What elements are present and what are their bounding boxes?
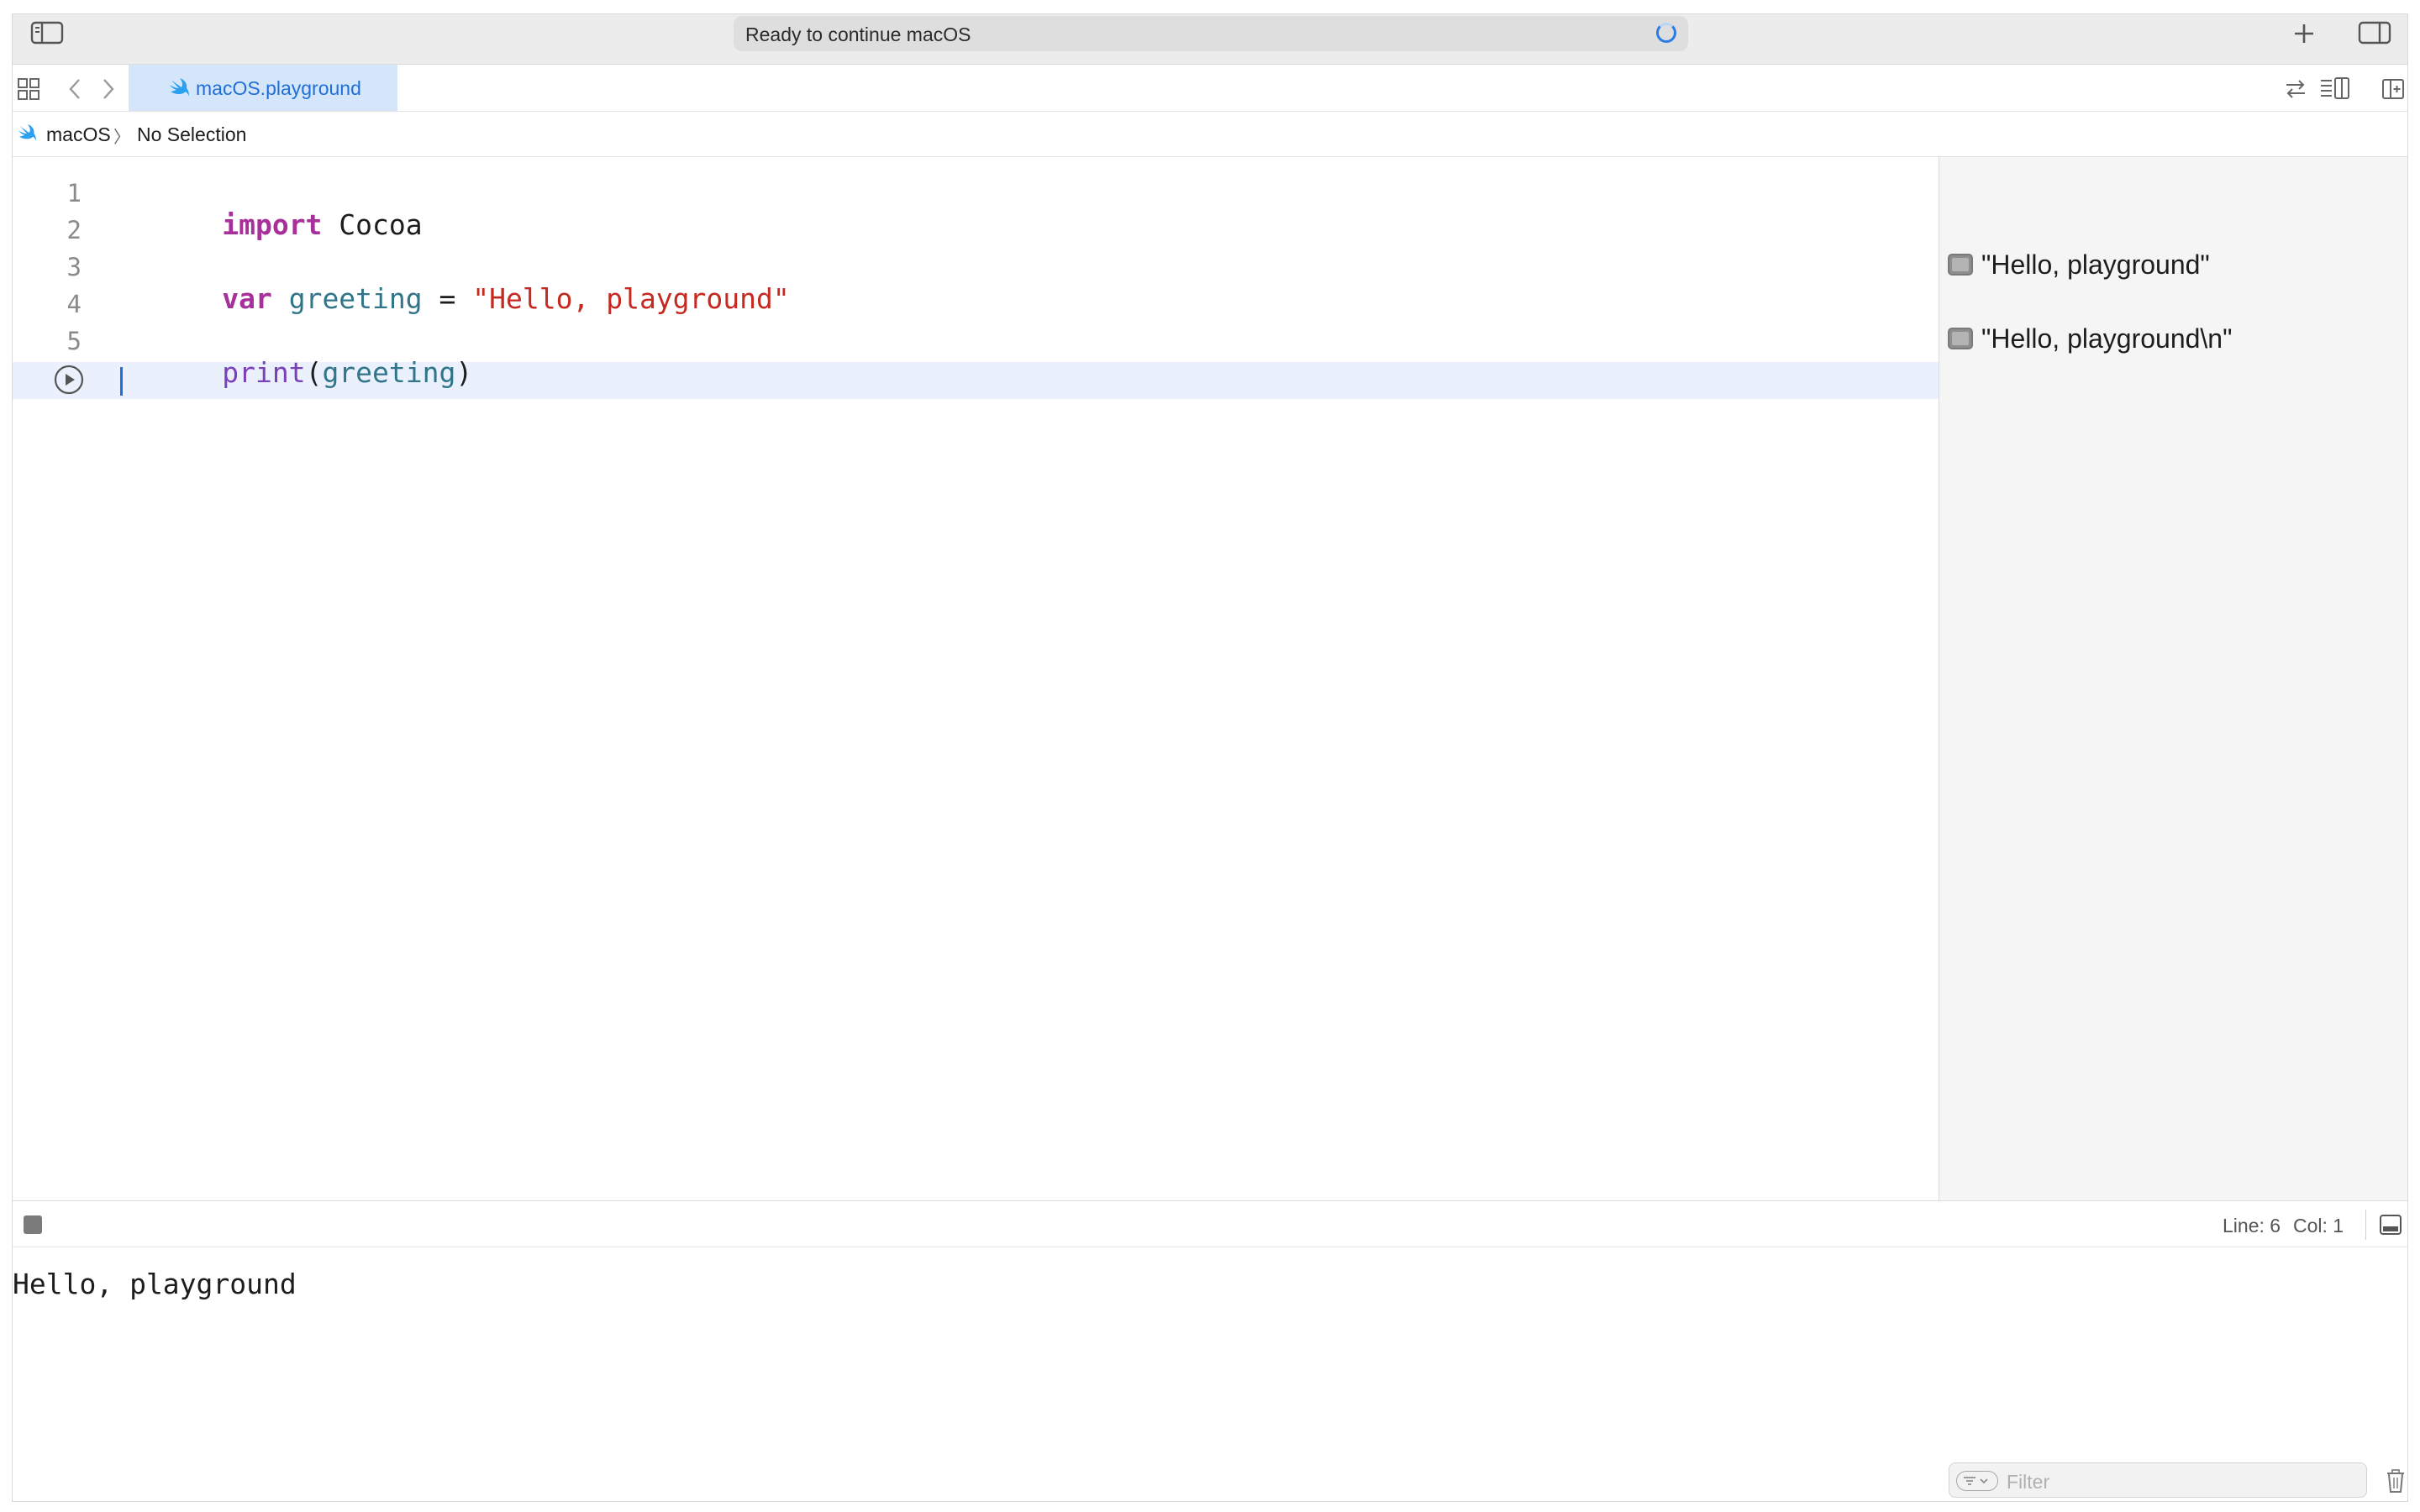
text-cursor: [120, 367, 123, 396]
editor-lines-icon: [2321, 77, 2349, 99]
chevron-right-icon: [103, 79, 114, 99]
line-number: 2: [66, 216, 82, 244]
sidebar-right-icon: [2358, 21, 2391, 45]
activity-status-text: Ready to continue macOS: [745, 24, 971, 45]
breadcrumb-separator: 〉: [113, 129, 130, 147]
title-bar: Ready to continue macOS: [13, 14, 2407, 65]
console-output-text: Hello, playground: [13, 1268, 297, 1300]
progress-spinner-icon: [1656, 23, 1676, 43]
keyword-import: import: [222, 208, 323, 241]
breadcrumb-selection[interactable]: No Selection: [137, 123, 246, 146]
plus-icon: [2295, 24, 2313, 43]
arrows-swap-icon: [2286, 80, 2305, 98]
chevron-left-icon: [69, 79, 80, 99]
forward-button[interactable]: [97, 76, 118, 102]
line-indicator: Line: 6: [2223, 1215, 2281, 1236]
add-button[interactable]: [2290, 19, 2318, 48]
activity-viewer: Ready to continue macOS: [734, 16, 1688, 51]
console-output-area[interactable]: Hello, playground Filter: [13, 1247, 2407, 1501]
assign-operator: =: [422, 282, 473, 315]
swap-button[interactable]: [2283, 76, 2308, 102]
related-items-button[interactable]: [16, 76, 41, 102]
navigator-toggle-button[interactable]: [29, 19, 65, 46]
paren-close: ): [455, 356, 473, 389]
panel-bottom-icon: [2380, 1215, 2402, 1235]
keyword-var: var: [222, 282, 272, 315]
function-print: print: [222, 356, 306, 389]
stop-button[interactable]: [23, 1215, 43, 1235]
filter-field[interactable]: Filter: [1949, 1462, 2367, 1498]
variable-greeting: greeting: [288, 282, 423, 315]
add-editor-button[interactable]: [2381, 76, 2406, 102]
hide-debug-area-button[interactable]: [2379, 1213, 2402, 1236]
module-name: Cocoa: [322, 208, 423, 241]
result-value: "Hello, playground": [1981, 249, 2210, 280]
divider: [2365, 1210, 2366, 1240]
split-editor-icon: [2382, 79, 2404, 99]
paren-open: (: [305, 356, 323, 389]
string-literal: "Hello, playground": [472, 282, 790, 315]
variable-greeting: greeting: [322, 356, 456, 389]
editor-options-button[interactable]: [2318, 75, 2352, 102]
result-row: "Hello, playground": [1948, 248, 2210, 281]
tab-macos-playground[interactable]: macOS.playground: [129, 65, 397, 111]
swift-icon: [18, 124, 37, 142]
stop-square-icon: [24, 1215, 42, 1234]
line-number: 1: [66, 179, 82, 207]
breadcrumb-project[interactable]: macOS: [46, 123, 111, 146]
filter-options-button[interactable]: [1956, 1471, 1998, 1491]
tab-bar: macOS.playground: [13, 65, 2407, 112]
filter-placeholder: Filter: [2007, 1471, 2050, 1493]
code-line-5: print(greeting): [122, 323, 472, 422]
sidebar-left-icon: [30, 21, 64, 45]
result-value: "Hello, playground\n": [1981, 323, 2233, 354]
line-number: 5: [66, 327, 82, 355]
breadcrumb: macOS 〉 No Selection: [13, 112, 2407, 157]
quick-look-icon[interactable]: [1948, 254, 1973, 276]
grid-icon: [18, 78, 39, 100]
swift-icon: [170, 78, 189, 97]
trash-icon: [2387, 1469, 2404, 1493]
tab-label: macOS.playground: [196, 77, 361, 99]
quick-look-icon[interactable]: [1948, 328, 1973, 349]
debug-bar: Line: 6 Col: 1: [13, 1200, 2407, 1247]
clear-console-button[interactable]: [2386, 1467, 2406, 1493]
inspector-toggle-button[interactable]: [2357, 19, 2392, 46]
back-button[interactable]: [65, 76, 87, 102]
filter-icon: [1964, 1477, 1988, 1485]
line-number: 4: [66, 290, 82, 318]
source-editor[interactable]: 1 2 3 4 5 import Cocoa var greeting = "H…: [13, 157, 1939, 1200]
result-row: "Hello, playground\n": [1948, 322, 2232, 355]
run-playground-button[interactable]: [53, 364, 85, 396]
line-number: 3: [66, 253, 82, 281]
results-sidebar: "Hello, playground" "Hello, playground\n…: [1939, 157, 2407, 1200]
play-circle-icon: [54, 365, 84, 395]
playground-window: Ready to continue macOS macOS.playground…: [12, 13, 2408, 1502]
column-indicator: Col: 1: [2293, 1215, 2344, 1236]
